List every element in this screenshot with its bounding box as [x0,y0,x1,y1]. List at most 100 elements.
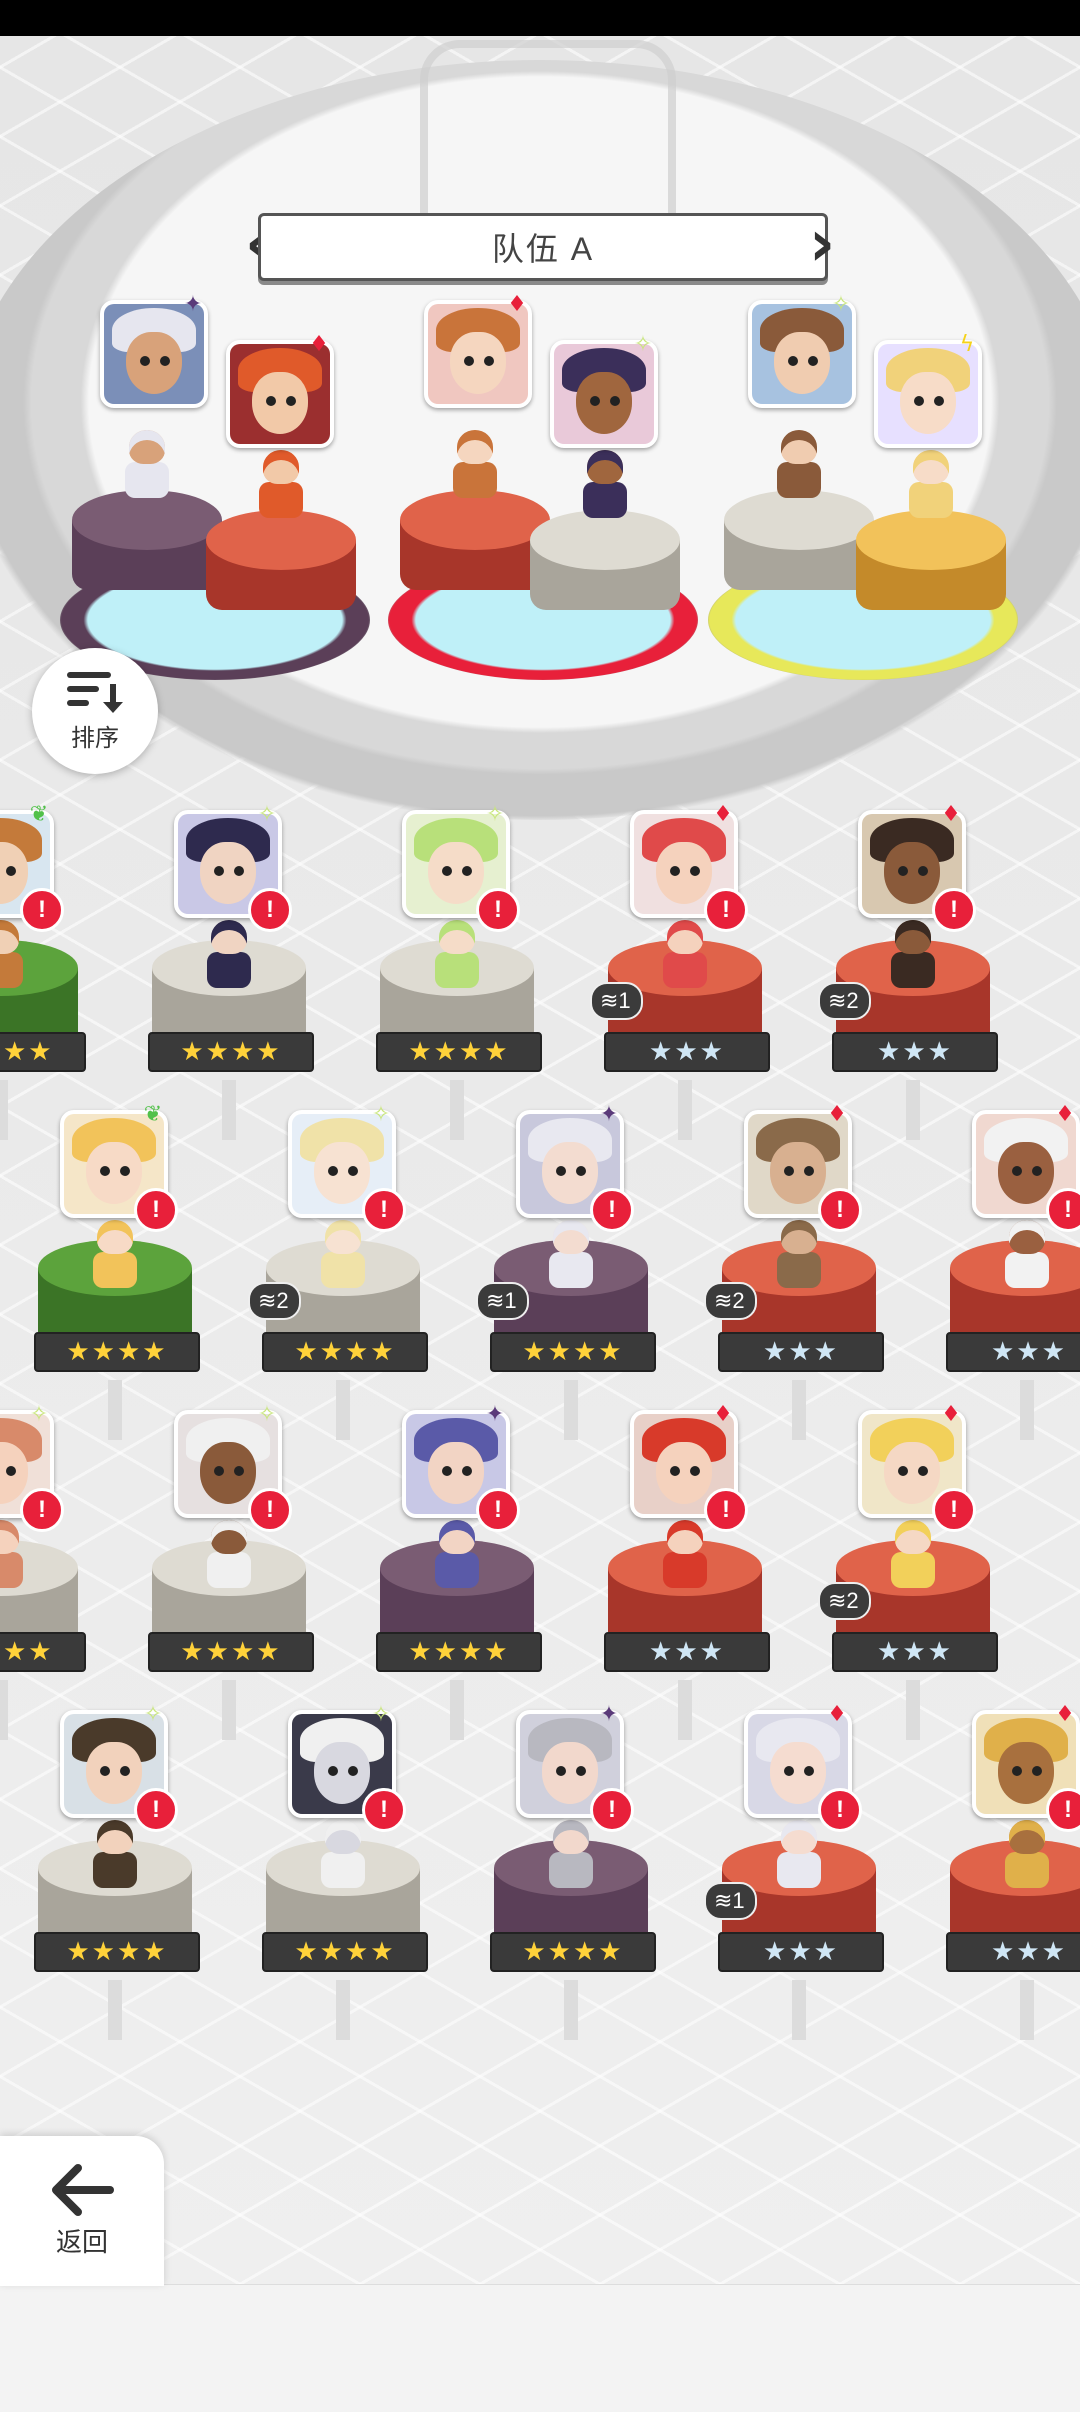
hero-card[interactable]: ★★★★ ≋2 ✧! [248,1102,428,1440]
sprite-body [0,1552,23,1588]
portrait-face [314,1142,370,1204]
next-team-arrow[interactable]: › [802,207,842,281]
sort-button[interactable]: 排序 [32,648,158,774]
back-label: 返回 [55,2226,108,2257]
sprite-body [259,482,303,518]
team-slot[interactable] [530,450,680,620]
hero-card[interactable]: ★★★ ♦! [942,1102,1080,1440]
hero-card[interactable]: ★★★★ ❦! [30,1102,200,1440]
alert-icon: ! [134,1188,178,1232]
star-rating: ★★★★ [262,1332,428,1372]
duplicate-count-badge: ≋2 [818,1582,871,1620]
back-button[interactable]: 返回 [0,2136,164,2286]
sprite-head [895,920,931,954]
team-slot[interactable] [856,450,1006,620]
sprite-body [0,952,23,988]
portrait-eye [784,1766,794,1776]
team-slot[interactable] [724,430,874,600]
star-rating: ★★★ [604,1632,770,1672]
duplicate-count-badge: ≋2 [818,982,871,1020]
hero-sprite [85,1220,145,1290]
hero-card[interactable]: ★★★ ≋1 ♦! [590,802,770,1140]
moon-icon: ✦ [599,1702,619,1727]
hero-card[interactable]: ★★★★ ✧! [144,1402,314,1740]
star-rating: ★★★ [946,1932,1080,1972]
portrait-eye [234,866,244,876]
diamond-icon: ♦ [1055,1102,1075,1127]
sort-icon [67,671,123,713]
team-pedestal [400,490,550,600]
hero-card[interactable]: ★★★★ ✦! [372,1402,542,1740]
moon-icon: ✦ [599,1102,619,1127]
portrait-eye [484,356,494,366]
hero-card[interactable]: ★★★ ♦! [942,1702,1080,2040]
hero-card[interactable]: ★★★★ ✧! [0,1402,86,1740]
hero-card[interactable]: ★★★ ≋2 ♦! [818,802,998,1140]
card-stand [222,1080,236,1140]
sprite-head [667,1520,703,1554]
hero-card[interactable]: ★★★★ ❦! [0,802,86,1140]
card-stand [564,1380,578,1440]
star-rating: ★★★★ [490,1932,656,1972]
portrait-eye [690,866,700,876]
portrait-face [314,1742,370,1804]
portrait-eye [1032,1766,1042,1776]
team-slot[interactable] [72,430,222,600]
hero-card[interactable]: ★★★ ≋2 ♦! [704,1102,884,1440]
card-stand [108,1980,122,2040]
hero-sprite [769,1820,829,1890]
arena-crest [420,40,676,226]
sparkle-icon: ✧ [485,802,505,827]
star-rating: ★★★★ [148,1032,314,1072]
sprite-body [207,1552,251,1588]
portrait-face [774,332,830,394]
team-pedestal [856,510,1006,620]
sprite-head [325,1220,361,1254]
portrait-face [200,842,256,904]
team-title: 队伍 A [491,231,595,267]
sprite-head [211,920,247,954]
sparkle-icon: ✧ [29,1402,49,1427]
star-rating: ★★★ [832,1032,998,1072]
hero-sprite [313,1220,373,1290]
sprite-head [553,1220,589,1254]
sprite-head [781,1220,817,1254]
hero-sprite [997,1820,1057,1890]
hero-card[interactable]: ★★★★ ✧! [372,802,542,1140]
star-rating: ★★★★ [148,1632,314,1672]
hero-sprite [117,430,177,500]
portrait-eye [442,866,452,876]
sprite-body [435,1552,479,1588]
portrait-face [576,372,632,434]
hero-card[interactable]: ★★★★ ✧! [30,1702,200,2040]
diamond-icon: ♦ [713,1402,733,1427]
portrait-face [428,842,484,904]
portrait-eye [1012,1766,1022,1776]
portrait-eye [348,1766,358,1776]
hero-card[interactable]: ★★★★ ≋1 ✦! [476,1102,656,1440]
portrait-eye [576,1766,586,1776]
team-slot[interactable] [400,430,550,600]
alert-icon: ! [362,1788,406,1832]
portrait-eye [788,356,798,366]
hero-card[interactable]: ★★★ ≋1 ♦! [704,1702,884,2040]
portrait-eye [160,356,170,366]
star-rating: ★★★ [832,1632,998,1672]
diamond-icon: ♦ [309,332,329,357]
sparkle-icon: ✧ [371,1102,391,1127]
sprite-head [325,1820,361,1854]
card-stand [450,1680,464,1740]
portrait-eye [808,356,818,366]
portrait-eye [100,1166,110,1176]
hero-sprite [997,1220,1057,1290]
duplicate-count-badge: ≋2 [248,1282,301,1320]
hero-card[interactable]: ★★★ ♦! [600,1402,770,1740]
portrait-eye [348,1166,358,1176]
hero-card[interactable]: ★★★★ ✧! [258,1702,428,2040]
hero-card[interactable]: ★★★★ ✧! [144,802,314,1140]
hero-card[interactable]: ★★★★ ✦! [486,1702,656,2040]
team-slot[interactable] [206,450,356,620]
alert-icon: ! [476,888,520,932]
star-rating: ★★★ [718,1932,884,1972]
hero-card[interactable]: ★★★ ≋2 ♦! [818,1402,998,1740]
